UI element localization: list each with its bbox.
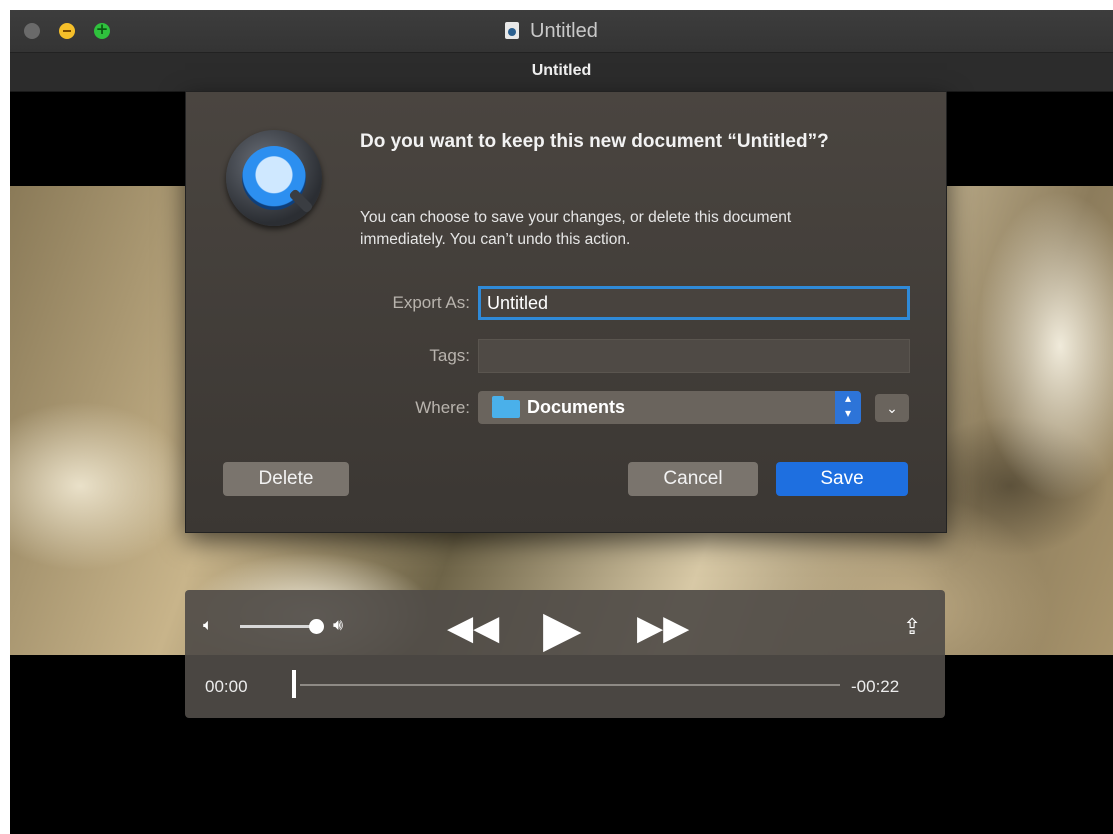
volume-slider[interactable]: [240, 625, 316, 628]
expand-location-button[interactable]: ⌄: [875, 394, 909, 422]
folder-icon: [492, 396, 520, 418]
share-icon[interactable]: ⇪: [903, 614, 921, 640]
volume-slider-knob[interactable]: [309, 619, 324, 634]
zoom-button[interactable]: [94, 20, 110, 39]
quicktime-window: Untitled Untitled Do you want to keep th…: [10, 10, 1113, 834]
where-value: Documents: [527, 397, 626, 417]
title-bar[interactable]: Untitled: [10, 10, 1113, 53]
fast-forward-button[interactable]: ▶▶: [637, 608, 689, 648]
updown-chevron-icon: ▴ ▾: [835, 391, 861, 424]
window-title: Untitled: [530, 20, 598, 42]
tags-field[interactable]: [478, 339, 910, 373]
dialog-message: You can choose to save your changes, or …: [360, 209, 792, 248]
playback-controls: 🔈︎ 🔊︎ ◀◀ ▶ ▶▶ ⇪ 00:00 -00:22: [185, 590, 945, 718]
quicktime-icon: [226, 130, 322, 226]
delete-button[interactable]: Delete: [223, 462, 349, 496]
cancel-button[interactable]: Cancel: [628, 462, 758, 496]
scrubber-playhead[interactable]: [292, 670, 296, 698]
rewind-button[interactable]: ◀◀: [447, 608, 499, 648]
dialog-heading: Do you want to keep this new document “U…: [360, 131, 829, 152]
export-as-label: Export As:: [392, 293, 470, 312]
volume-high-icon: 🔊︎: [333, 617, 344, 634]
current-time: 00:00: [205, 677, 248, 696]
minimize-button[interactable]: [59, 23, 75, 39]
scrubber-track[interactable]: [300, 684, 840, 686]
document-icon: [505, 22, 519, 39]
play-button[interactable]: ▶: [543, 600, 581, 658]
tags-input[interactable]: [479, 340, 909, 372]
export-as-field[interactable]: [478, 286, 910, 320]
tags-label: Tags:: [429, 346, 470, 365]
tab-title: Untitled: [531, 62, 592, 79]
tab-bar: Untitled: [10, 53, 1113, 92]
where-label: Where:: [415, 398, 470, 417]
volume-low-icon: 🔈︎: [203, 617, 213, 634]
save-button[interactable]: Save: [776, 462, 908, 496]
remaining-time: -00:22: [851, 677, 900, 696]
save-dialog: Do you want to keep this new document “U…: [185, 91, 947, 533]
where-popup[interactable]: Documents ▴ ▾: [478, 391, 861, 424]
close-button[interactable]: [24, 23, 40, 39]
export-as-input[interactable]: [481, 289, 907, 317]
